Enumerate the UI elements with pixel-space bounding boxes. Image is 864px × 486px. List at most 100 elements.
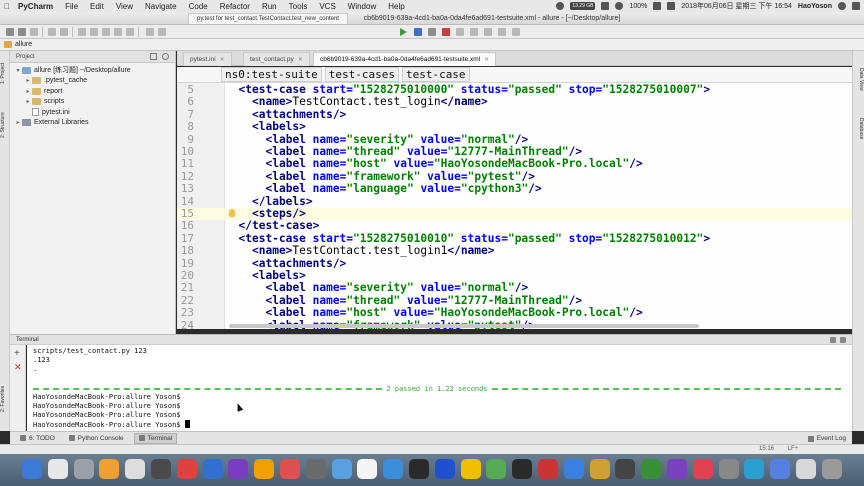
close-icon[interactable]: ✕ — [220, 56, 225, 63]
tab-test-contact-py[interactable]: test_contact.py ✕ — [243, 52, 310, 66]
menu-edit[interactable]: Edit — [90, 2, 104, 11]
clock[interactable]: 2018年06月06日 星期三 下午 16:54 — [681, 1, 792, 11]
dock-app-icon[interactable] — [383, 459, 404, 479]
menu-code[interactable]: Code — [189, 2, 208, 11]
input-method-icon[interactable] — [667, 2, 676, 10]
dock-app-icon[interactable] — [615, 459, 636, 479]
dock-app-icon[interactable] — [770, 459, 791, 479]
dock-app-icon[interactable] — [151, 459, 171, 479]
redo-icon[interactable] — [60, 28, 68, 36]
volume-icon[interactable] — [615, 2, 624, 10]
app-menu[interactable]: PyCharm — [18, 2, 53, 11]
tree-item[interactable]: ▾ allure [练习题] ~/Desktop/allure — [10, 65, 175, 76]
close-icon[interactable]: ✕ — [298, 56, 303, 63]
tab-todo[interactable]: 6: TODO — [16, 433, 59, 444]
spotlight-icon[interactable] — [838, 2, 846, 10]
tab-python-console[interactable]: Python Console — [65, 433, 128, 444]
find-icon[interactable] — [114, 28, 122, 36]
dock-app-icon[interactable] — [692, 459, 713, 479]
terminal-output[interactable]: scripts/test_contact.py 123 .123 . 2 pas… — [27, 345, 852, 431]
dock-app-icon[interactable] — [512, 459, 533, 479]
menu-tools[interactable]: Tools — [289, 2, 308, 11]
run-icon[interactable] — [400, 28, 407, 36]
menu-refactor[interactable]: Refactor — [220, 2, 250, 11]
copy-icon[interactable] — [90, 28, 98, 36]
breadcrumb-test-suite[interactable]: ns0:test-suite — [221, 67, 322, 82]
battery-icon[interactable] — [653, 2, 662, 10]
menu-vcs[interactable]: VCS — [319, 2, 335, 11]
close-icon[interactable]: ✕ — [484, 56, 489, 63]
nav-project-name[interactable]: allure — [15, 41, 32, 48]
user-menu[interactable]: HaoYoson — [798, 3, 832, 10]
open-icon[interactable] — [6, 28, 14, 36]
dock-app-icon[interactable] — [331, 459, 352, 479]
expand-arrow-icon[interactable]: ▾ — [14, 67, 22, 74]
collapse-all-icon[interactable] — [150, 53, 157, 60]
apple-icon[interactable]:  — [0, 2, 14, 11]
notification-center-icon[interactable] — [852, 2, 860, 10]
menu-view[interactable]: View — [116, 2, 133, 11]
expand-arrow-icon[interactable]: ▸ — [24, 98, 32, 105]
save-all-icon[interactable] — [18, 28, 26, 36]
database-tool-tab[interactable]: Database — [854, 111, 864, 147]
dock-app-icon[interactable] — [434, 459, 455, 479]
coverage-icon[interactable] — [428, 28, 436, 36]
dock-app-icon[interactable] — [176, 459, 197, 479]
tree-item[interactable]: ▸ report — [10, 86, 175, 97]
dock-app-icon[interactable] — [718, 459, 739, 479]
favorites-tool-tab[interactable]: 2: Favorites — [0, 381, 10, 417]
tab-testsuite-xml[interactable]: cb6b9019-639a-4cd1-ba0a-0da4fe6ad691-tes… — [313, 52, 497, 66]
vcs-icon[interactable] — [456, 28, 464, 36]
code-editor[interactable]: 5 <test-case start="1528275010000" status… — [177, 83, 852, 329]
tab-terminal[interactable]: Terminal — [133, 432, 178, 444]
replace-icon[interactable] — [126, 28, 134, 36]
gear-icon[interactable] — [162, 53, 169, 60]
memory-icon[interactable] — [556, 2, 565, 10]
dock-app-icon[interactable] — [254, 459, 275, 479]
settings-icon[interactable] — [470, 28, 478, 36]
event-log-button[interactable]: Event Log — [807, 433, 846, 444]
dock-app-icon[interactable] — [538, 459, 558, 479]
dock-app-icon[interactable] — [22, 459, 42, 479]
back-icon[interactable] — [146, 28, 154, 36]
dock-app-icon[interactable] — [73, 459, 94, 479]
data-view-tool-tab[interactable]: Data View — [854, 59, 864, 99]
forward-icon[interactable] — [158, 28, 166, 36]
breadcrumb-test-case[interactable]: test-case — [401, 67, 470, 82]
close-session-icon[interactable]: ✕ — [14, 363, 22, 372]
expand-arrow-icon[interactable]: ▸ — [24, 77, 32, 84]
dock-app-icon[interactable] — [641, 459, 662, 479]
menu-navigate[interactable]: Navigate — [145, 2, 177, 11]
menu-file[interactable]: File — [65, 2, 78, 11]
expand-arrow-icon[interactable]: ▸ — [14, 119, 22, 126]
tree-item[interactable]: pytest.ini — [10, 107, 175, 118]
breadcrumb-test-cases[interactable]: test-cases — [324, 67, 399, 82]
stop-icon[interactable] — [442, 28, 450, 36]
debug-icon[interactable] — [414, 28, 422, 36]
run-config-tab[interactable]: py.test for test_contact.TestContact.tes… — [188, 13, 348, 24]
project-view-selector[interactable]: Project — [16, 54, 35, 60]
tab-pytest-ini[interactable]: pytest.ini ✕ — [183, 52, 232, 66]
dock-app-icon[interactable] — [667, 459, 687, 479]
new-session-icon[interactable]: + — [14, 349, 20, 359]
caret-position[interactable]: 15:16 — [759, 446, 774, 452]
expand-arrow-icon[interactable]: ▸ — [24, 88, 32, 95]
project-tool-tab[interactable]: 1: Project — [0, 57, 10, 89]
dock-app-icon[interactable] — [99, 459, 120, 479]
undo-icon[interactable] — [48, 28, 56, 36]
paste-icon[interactable] — [102, 28, 110, 36]
sync-icon[interactable] — [30, 28, 38, 36]
gear-icon[interactable] — [830, 337, 836, 343]
dock-app-icon[interactable] — [589, 459, 610, 479]
menu-help[interactable]: Help — [388, 2, 404, 11]
tree-item[interactable]: ▸ External Libraries — [10, 118, 175, 129]
hide-panel-icon[interactable] — [840, 337, 846, 343]
sdk-icon[interactable] — [498, 28, 506, 36]
help-icon[interactable] — [512, 28, 520, 36]
dock-app-icon[interactable] — [563, 459, 584, 479]
dock-app-icon[interactable] — [202, 459, 223, 479]
dock-app-icon[interactable] — [460, 459, 481, 479]
cut-icon[interactable] — [78, 28, 86, 36]
project-structure-icon[interactable] — [484, 28, 492, 36]
dock-app-icon[interactable] — [125, 459, 146, 479]
